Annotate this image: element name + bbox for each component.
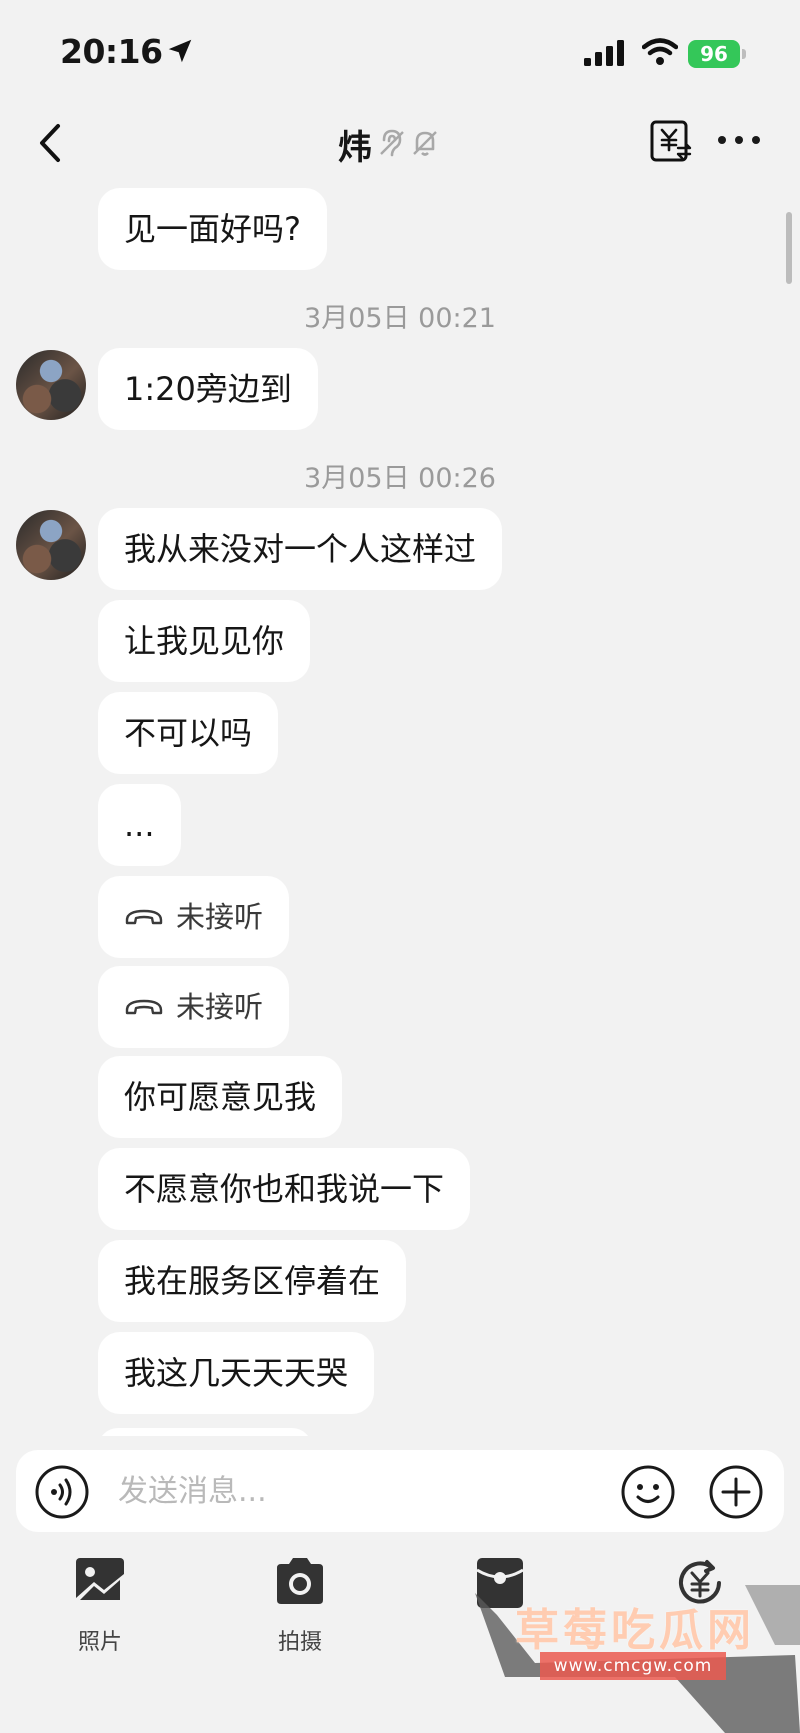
currency-exchange-icon[interactable] — [648, 118, 694, 164]
battery-level: 96 — [700, 42, 728, 66]
battery-charging-icon: 96 — [688, 40, 740, 68]
missed-call-label: 未接听 — [176, 990, 264, 1024]
message-bubble[interactable]: 让我见见你 — [98, 600, 311, 682]
message-bubble[interactable]: ... — [98, 784, 181, 866]
message-bubble[interactable]: 1:20旁边到 — [98, 348, 318, 430]
plus-icon[interactable] — [708, 1464, 764, 1520]
avatar[interactable] — [16, 350, 86, 420]
wifi-icon — [642, 38, 678, 65]
message-bubble[interactable]: 不愿意你也和我说一下 — [98, 1148, 471, 1230]
photo-label: 照片 — [77, 1630, 122, 1655]
location-arrow-icon — [168, 39, 192, 63]
signal-icon — [584, 40, 624, 66]
watermark-text: 草莓吃瓜网 — [515, 1605, 755, 1656]
missed-call-bubble[interactable]: 未接听 — [98, 876, 290, 958]
scrollbar[interactable] — [786, 212, 792, 284]
more-icon[interactable] — [716, 130, 762, 150]
message-bubble[interactable]: 我这几天天天哭 — [98, 1332, 375, 1414]
message-bubble[interactable]: 不可以吗 — [98, 692, 279, 774]
battery-tip — [742, 49, 746, 59]
status-time: 20:16 — [60, 32, 163, 71]
emoji-icon[interactable] — [620, 1464, 676, 1520]
nav-bar: 炜 — [0, 100, 800, 188]
timestamp: 3月05日 00:26 — [304, 463, 496, 494]
bell-muted-icon — [413, 131, 437, 156]
ear-icon — [380, 129, 404, 157]
camera-label: 拍摄 — [277, 1630, 322, 1655]
message-bubble[interactable]: 我在服务区停着在 — [98, 1240, 407, 1322]
chat-area[interactable]: 见一面好吗? 3月05日 00:21 1:20旁边到 3月05日 00:26 我… — [0, 188, 800, 1436]
partial-message-bubble — [98, 1428, 312, 1436]
message-input-bar — [16, 1450, 784, 1532]
message-bubble[interactable]: 我从来没对一个人这样过 — [98, 508, 503, 590]
message-bubble[interactable]: 见一面好吗? — [98, 188, 327, 270]
camera-button[interactable]: 拍摄 — [245, 1556, 355, 1656]
missed-call-bubble[interactable]: 未接听 — [98, 966, 290, 1048]
message-bubble[interactable]: 你可愿意见我 — [98, 1056, 343, 1138]
voice-icon[interactable] — [34, 1464, 90, 1520]
avatar[interactable] — [16, 510, 86, 580]
missed-call-label: 未接听 — [176, 900, 264, 934]
watermark-url: www.cmcgw.com — [540, 1652, 726, 1680]
back-icon[interactable] — [28, 118, 78, 168]
phone-hangup-icon — [125, 999, 163, 1015]
photo-button[interactable]: 照片 — [45, 1556, 155, 1656]
page-title: 炜 — [338, 128, 372, 168]
timestamp: 3月05日 00:21 — [304, 303, 496, 334]
message-input[interactable] — [118, 1466, 598, 1516]
camera-icon — [277, 1558, 323, 1604]
photo-icon — [76, 1558, 124, 1604]
status-bar: 20:16 96 — [0, 0, 800, 100]
phone-hangup-icon — [125, 909, 163, 925]
